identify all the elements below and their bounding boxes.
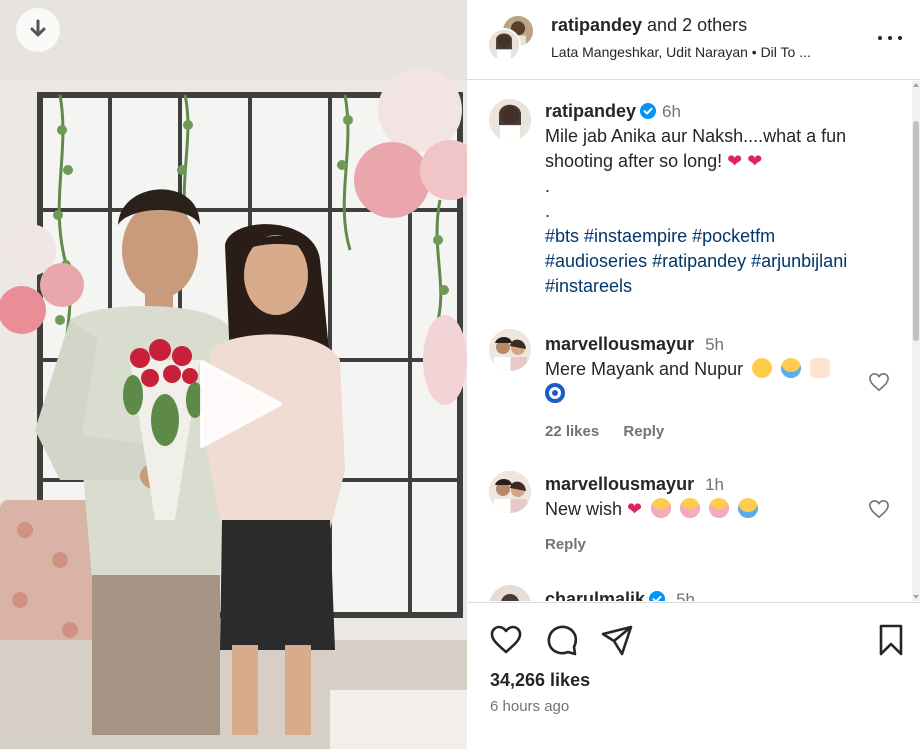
heart-eyes-emoji (709, 498, 730, 518)
comment-likes[interactable]: 22 likes (545, 423, 599, 440)
comments-scrollbar[interactable] (912, 81, 920, 601)
header-others[interactable]: and 2 others (647, 15, 747, 35)
tears-of-joy-emoji (738, 498, 759, 518)
verified-badge-icon (640, 103, 657, 119)
post-timestamp[interactable]: 6 hours ago (490, 698, 569, 715)
download-button[interactable] (16, 8, 60, 52)
red-heart-emoji: ❤ (627, 499, 643, 519)
comments-section[interactable]: ratipandey 6h Mile jab Anika aur Naksh...… (467, 81, 920, 601)
heart-eyes-emoji (651, 498, 672, 518)
hashtags-line[interactable]: #bts #instaempire #pocketfm (545, 224, 885, 249)
post-details-panel: ratipandey and 2 others Lata Mangeshkar,… (467, 0, 920, 749)
hashtags-line[interactable]: #audioseries #ratipandey #arjunbijlani (545, 249, 885, 274)
comment-time[interactable]: 5h (676, 590, 695, 601)
share-icon[interactable] (600, 623, 634, 657)
likes-count[interactable]: 34,266 likes (490, 670, 590, 691)
comment-username[interactable]: marvellousmayur (545, 334, 694, 354)
comment-text: New wish (545, 499, 623, 519)
collab-avatars[interactable] (487, 14, 539, 64)
heart-icon[interactable] (868, 499, 890, 519)
bookmark-icon[interactable] (874, 623, 908, 657)
reply-button[interactable]: Reply (623, 423, 664, 440)
audio-info[interactable]: Lata Mangeshkar, Udit Narayan • Dil To .… (551, 44, 861, 60)
caption-dot: . (545, 176, 551, 196)
header-username[interactable]: ratipandey (551, 15, 642, 35)
avatar (487, 28, 521, 62)
post-header: ratipandey and 2 others Lata Mangeshkar,… (467, 0, 920, 80)
verified-badge-icon (649, 591, 666, 601)
nazar-amulet-emoji (545, 383, 565, 403)
heart-hands-emoji (810, 358, 831, 378)
relieved-face-emoji (752, 358, 773, 378)
play-button[interactable] (196, 356, 286, 452)
caption-username[interactable]: ratipandey (545, 101, 636, 121)
play-icon (200, 360, 282, 448)
comment: charulmalik 5h (545, 587, 865, 601)
red-heart-emoji: ❤ (747, 151, 763, 171)
comment-username[interactable]: marvellousmayur (545, 474, 694, 494)
comment-text: Mere Mayank and Nupur (545, 359, 744, 379)
avatar[interactable] (489, 471, 531, 513)
caption-text: Mile jab Anika aur Naksh....what a fun s… (545, 126, 847, 171)
heart-icon[interactable] (489, 623, 523, 657)
post-media[interactable] (0, 0, 467, 749)
heart-eyes-emoji (680, 498, 701, 518)
caption-time[interactable]: 6h (662, 102, 681, 121)
comment-username[interactable]: charulmalik (545, 589, 645, 601)
post-actions: 34,266 likes 6 hours ago (467, 602, 920, 749)
comment: marvellousmayur 1h New wish ❤ Reply (545, 472, 865, 557)
comment-time[interactable]: 5h (705, 335, 724, 354)
avatar[interactable] (489, 585, 531, 601)
more-options-icon[interactable] (878, 28, 902, 48)
hashtags-line[interactable]: #instareels (545, 274, 885, 299)
comment-icon[interactable] (545, 623, 579, 657)
reply-button[interactable]: Reply (545, 536, 586, 553)
red-heart-emoji: ❤ (727, 151, 743, 171)
avatar[interactable] (489, 329, 531, 371)
post-caption: ratipandey 6h Mile jab Anika aur Naksh...… (545, 99, 885, 299)
caption-dot: . (545, 201, 551, 221)
download-icon (30, 19, 46, 37)
crying-face-emoji (781, 358, 802, 378)
avatar[interactable] (489, 99, 531, 141)
header-usernames[interactable]: ratipandey and 2 others (551, 15, 747, 36)
comment: marvellousmayur 5h Mere Mayank and Nupur… (545, 332, 865, 444)
heart-icon[interactable] (868, 372, 890, 392)
comment-time[interactable]: 1h (705, 475, 724, 494)
